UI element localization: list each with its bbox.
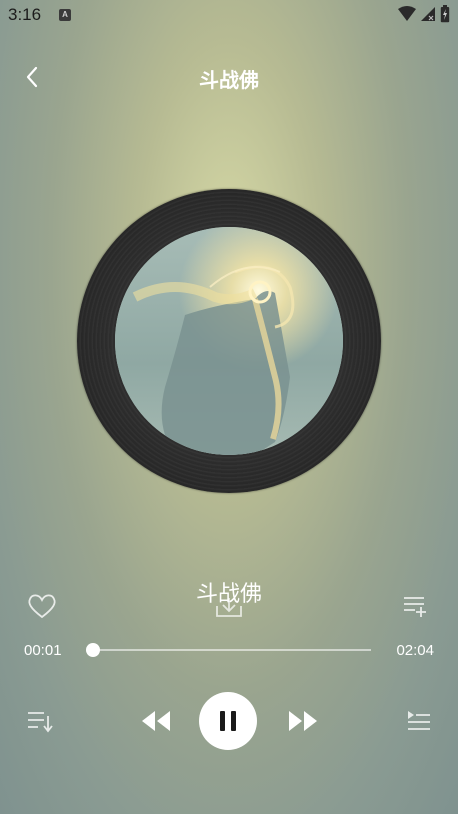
top-bar: 斗战佛 (0, 56, 458, 100)
queue-list-icon (408, 711, 430, 730)
add-to-playlist-button[interactable] (402, 594, 428, 622)
notification-icon: A (59, 9, 71, 21)
download-button[interactable] (214, 592, 244, 624)
progress-bar[interactable] (85, 643, 371, 657)
queue-button[interactable] (404, 710, 432, 738)
pause-button[interactable] (199, 692, 257, 750)
sort-button[interactable] (26, 710, 54, 738)
next-button[interactable] (287, 709, 319, 737)
favorite-button[interactable] (26, 592, 58, 624)
previous-button[interactable] (140, 709, 172, 737)
status-time: 3:16 (8, 5, 42, 24)
progress-thumb[interactable] (85, 643, 100, 657)
rewind-icon (142, 711, 170, 731)
status-bar: 3:16 A (0, 0, 458, 30)
vinyl-disc (77, 189, 381, 493)
download-icon (216, 598, 242, 617)
action-row (0, 592, 458, 622)
wifi-icon (398, 6, 416, 21)
album-cover-art (115, 227, 343, 455)
status-icons (398, 5, 450, 23)
signal-icon (421, 7, 435, 21)
page-title: 斗战佛 (199, 68, 259, 92)
playlist-add-icon (404, 597, 426, 617)
current-time: 00:01 (24, 642, 62, 659)
sort-list-icon (28, 712, 53, 733)
album-cover (115, 227, 343, 455)
battery-icon (440, 5, 450, 23)
fast-forward-icon (289, 711, 317, 731)
heart-outline-icon (28, 594, 56, 619)
pause-icon (220, 711, 236, 731)
total-time: 02:04 (396, 642, 434, 659)
playback-controls (0, 690, 458, 752)
